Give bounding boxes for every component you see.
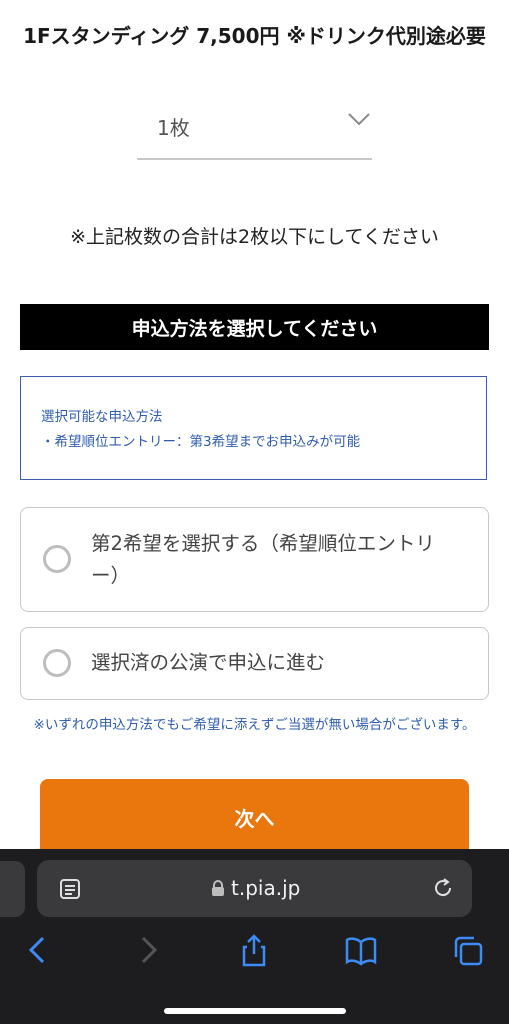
back-icon[interactable] (22, 933, 54, 967)
home-indicator (164, 1008, 346, 1014)
ticket-quantity-select[interactable]: 1枚 (137, 100, 372, 160)
option-label: 選択済の公演で申込に進む (91, 651, 326, 674)
next-button-label: 次へ (234, 807, 275, 831)
info-heading: 選択可能な申込方法 (41, 409, 163, 425)
chevron-down-icon (348, 113, 370, 126)
ticket-quantity-value: 1枚 (157, 116, 190, 140)
option-proceed-with-selected[interactable]: 選択済の公演で申込に進む (20, 627, 489, 700)
option-label: 第2希望を選択する（希望順位エントリー） (91, 532, 435, 587)
next-button[interactable]: 次へ (40, 779, 469, 859)
url-text: t.pia.jp (231, 876, 301, 900)
reader-mode-icon[interactable] (59, 878, 81, 900)
previous-tab-peek[interactable] (0, 861, 25, 917)
section-header: 申込方法を選択してください (20, 304, 489, 350)
tabs-icon[interactable] (452, 933, 484, 967)
radio-button[interactable] (43, 649, 71, 677)
quantity-limit-note: ※上記枚数の合計は2枚以下にしてください (70, 226, 439, 248)
address-bar[interactable]: t.pia.jp (37, 860, 472, 917)
ticket-type-title: 1Fスタンディング 7,500円 ※ドリンク代別途必要 (23, 24, 486, 48)
radio-button[interactable] (43, 545, 71, 573)
bookmarks-icon[interactable] (345, 933, 377, 967)
lock-icon (212, 880, 224, 896)
share-icon[interactable] (238, 933, 270, 967)
reload-icon[interactable] (431, 876, 455, 900)
browser-toolbar: t.pia.jp (0, 849, 509, 1024)
forward-icon[interactable] (132, 933, 164, 967)
option-select-second-choice[interactable]: 第2希望を選択する（希望順位エントリー） (20, 507, 489, 612)
disclaimer-note: ※いずれの申込方法でもご希望に添えずご当選が無い場合がございます。 (33, 717, 476, 733)
info-detail: ・希望順位エントリー：第3希望までお申込みが可能 (41, 434, 361, 450)
entry-method-info-box: 選択可能な申込方法 ・希望順位エントリー：第3希望までお申込みが可能 (20, 376, 487, 480)
